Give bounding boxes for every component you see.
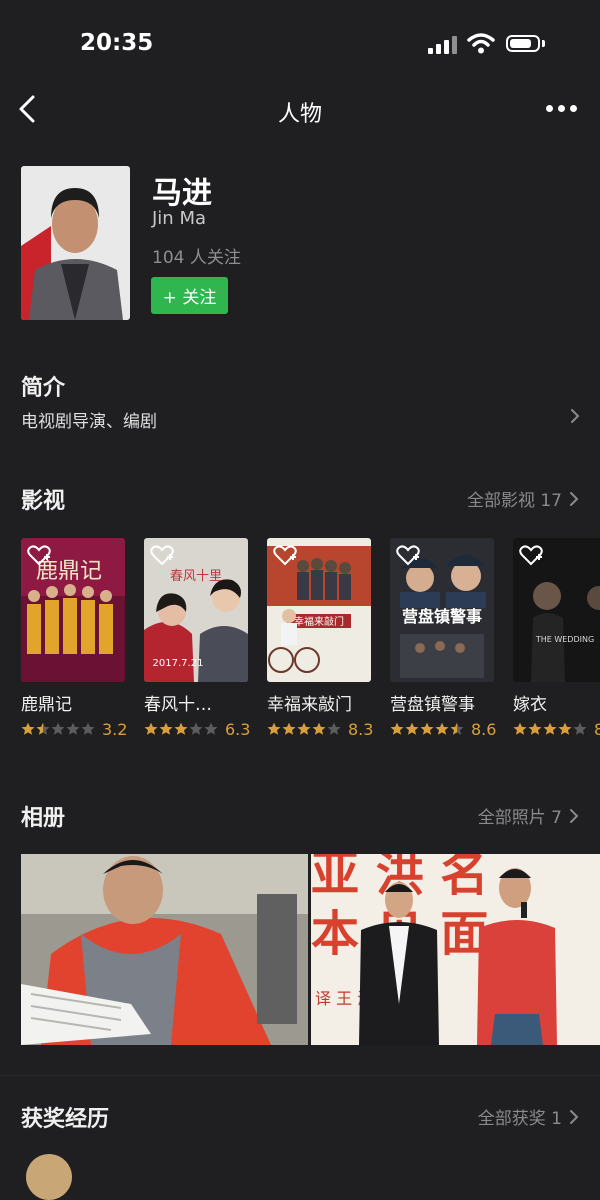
heart-plus-icon[interactable] [27,544,51,566]
star-rating [267,722,341,736]
star-icon [528,722,542,735]
star-icon [174,722,188,735]
movie-score: 8 [594,719,600,739]
heart-plus-icon[interactable] [273,544,297,566]
star-icon [435,722,449,735]
star-icon [21,722,35,735]
rating: 8 [513,719,600,738]
star-icon [390,722,404,735]
star-icon [36,722,50,735]
movie-score: 3.2 [102,719,128,739]
star-icon [297,722,311,735]
heart-plus-icon[interactable] [150,544,174,566]
follower-count: 104 人关注 [152,248,241,268]
star-icon [267,722,281,735]
all-photos-link[interactable]: 全部照片 7 [478,803,580,828]
movie-score: 8.3 [348,719,374,739]
chevron-right-icon[interactable] [569,407,581,425]
works-title: 影视 [21,489,66,514]
poster-text: 营盘镇警事 [402,607,482,626]
movie-title: 营盘镇警事 [390,695,475,715]
star-icon [312,722,326,735]
star-rating [390,722,464,736]
avatar[interactable] [21,166,130,320]
status-time: 20:35 [80,30,154,56]
star-icon [51,722,65,735]
person-name: 马进 [152,176,212,211]
intro-title: 简介 [21,376,66,401]
follow-button[interactable]: + 关注 [151,277,228,314]
movie-poster[interactable]: 春风十里 2017.7.21 [144,538,248,682]
movie-card[interactable]: THE WEDDING 嫁衣 8 [513,538,600,738]
star-icon [513,722,527,735]
movie-title: 春风十… [144,695,212,715]
star-icon [144,722,158,735]
movie-poster[interactable]: 营盘镇警事 [390,538,494,682]
album-photo[interactable]: 亚 洪 名 本 见 面 译 王 海峰 王 笛 [311,854,600,1045]
movie-poster[interactable]: THE WEDDING [513,538,600,682]
movie-card[interactable]: 春风十里 2017.7.21 春风十… 6.3 [144,538,251,739]
all-works-link[interactable]: 全部影视 17 [467,486,580,511]
movie-card[interactable]: 鹿鼎记 鹿鼎记 3.2 [21,538,128,739]
poster-text: 幸福来敲门 [294,615,344,628]
awards-title: 获奖经历 [21,1107,110,1132]
star-icon [204,722,218,735]
star-icon [81,722,95,735]
star-icon [405,722,419,735]
works-list: 鹿鼎记 鹿鼎记 3.2 春风十里 2017.7.21 春风十… 6.3 幸福来敲… [21,538,600,738]
star-icon [66,722,80,735]
battery-icon [506,35,540,52]
star-icon [282,722,296,735]
rating: 8.3 [267,719,374,739]
heart-plus-icon[interactable] [396,544,420,566]
poster-text: 2017.7.21 [153,658,204,669]
signal-icon [428,36,458,54]
star-icon [558,722,572,735]
all-awards-label: 全部获奖 1 [477,1109,562,1129]
svg-text:春风十里: 春风十里 [170,569,222,584]
movie-title: 幸福来敲门 [267,695,352,715]
award-icon [26,1154,72,1200]
album-photo[interactable] [21,854,308,1045]
movie-poster[interactable]: 幸福来敲门 [267,538,371,682]
movie-title: 鹿鼎记 [21,695,72,715]
star-icon [327,722,341,735]
wifi-icon [467,33,495,54]
rating: 8.6 [390,719,497,739]
rating: 3.2 [21,719,128,739]
movie-title: 嫁衣 [513,695,547,715]
intro-text[interactable]: 电视剧导演、编剧 [21,407,157,432]
star-icon [543,722,557,735]
poster-text: THE WEDDING [535,635,594,644]
album-title: 相册 [21,806,66,831]
all-awards-link[interactable]: 全部获奖 1 [478,1104,580,1129]
page-title: 人物 [277,102,322,127]
all-works-label: 全部影视 17 [466,491,562,511]
rating: 6.3 [144,719,251,739]
movie-poster[interactable]: 鹿鼎记 [21,538,125,682]
person-english-name: Jin Ma [152,208,206,229]
movie-card[interactable]: 幸福来敲门 幸福来敲门 8.3 [267,538,374,739]
star-rating [513,722,587,736]
star-icon [189,722,203,735]
chevron-right-icon [570,491,579,506]
heart-plus-icon[interactable] [519,544,543,566]
battery-tip [542,40,545,47]
star-icon [159,722,173,735]
movie-card[interactable]: 营盘镇警事 营盘镇警事 8.6 [390,538,497,739]
star-rating [21,722,95,736]
more-icon[interactable] [544,104,578,114]
star-icon [450,722,464,735]
chevron-right-icon [570,1109,579,1124]
movie-score: 6.3 [225,719,251,739]
star-rating [144,722,218,736]
all-photos-label: 全部照片 7 [477,808,562,828]
movie-score: 8.6 [471,719,497,739]
star-icon [420,722,434,735]
chevron-right-icon [570,808,579,823]
star-icon [573,722,587,735]
divider [0,1075,600,1076]
